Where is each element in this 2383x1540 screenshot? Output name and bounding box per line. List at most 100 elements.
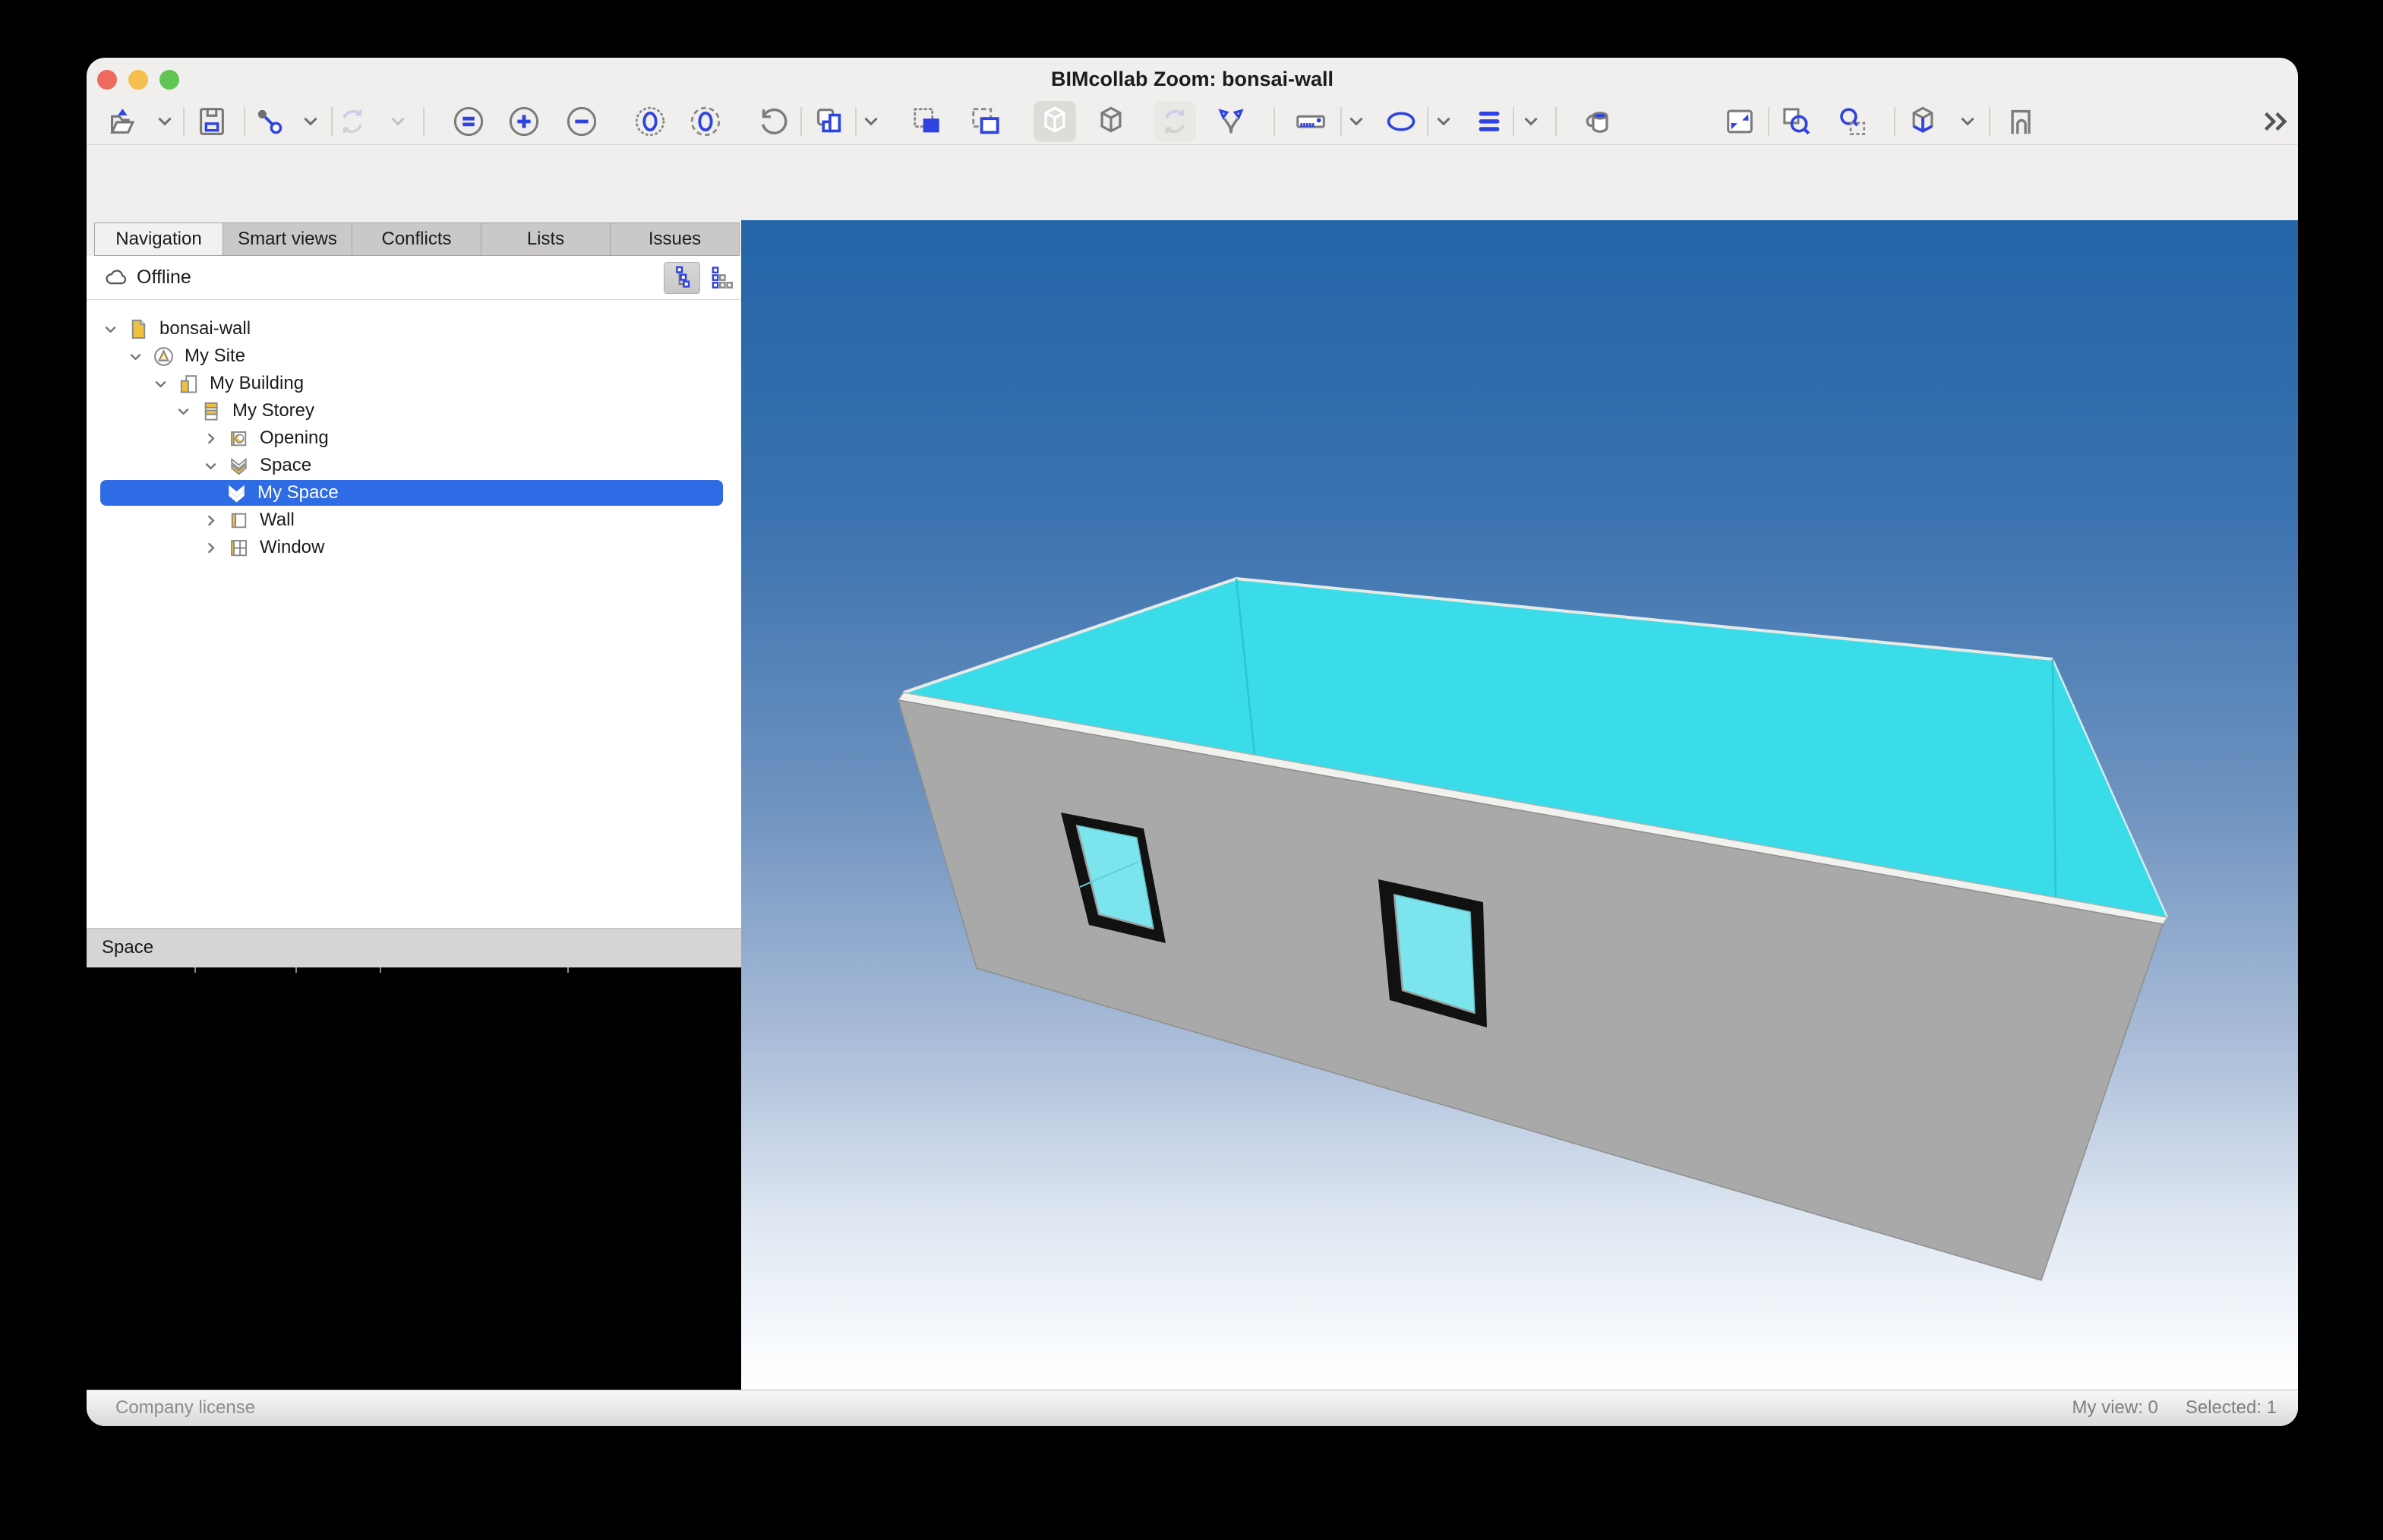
more-tools-icon [2258,104,2293,139]
tree-item-my-site[interactable]: My Site [87,342,741,370]
ruler-button[interactable] [1289,101,1332,142]
link-model-button[interactable] [248,101,291,142]
toolbar-separator [800,107,802,136]
show-less-button[interactable] [560,101,603,142]
tree-item-space[interactable]: Space [87,452,741,479]
line-style-button[interactable] [1468,101,1510,142]
ellipse-menu-button[interactable] [1422,101,1465,142]
more-tools-button[interactable] [2255,101,2297,142]
line-style-icon [1472,104,1507,139]
tree-item-my-space[interactable]: My Space [87,479,741,506]
toolbar-separator [1989,107,1990,136]
ruler-menu-button[interactable] [1335,101,1378,142]
save-icon [194,104,229,139]
toolbar-separator [1555,107,1557,136]
tab-smart-views[interactable]: Smart views [223,222,352,256]
tree-item-bonsai-wall[interactable]: bonsai-wall [87,315,741,342]
list-view-toggle[interactable] [703,262,740,294]
tree-item-label: My Building [210,373,304,394]
sync-menu-button[interactable] [377,101,419,142]
refresh-button[interactable] [1154,101,1196,142]
show-equal-button[interactable] [447,101,490,142]
toolbar-separator [244,107,245,136]
circle-equal-icon [451,104,486,139]
expander-icon[interactable] [125,346,146,367]
save-button[interactable] [191,101,233,142]
chevron-down-icon [1955,109,1980,134]
expander-icon[interactable] [200,428,221,449]
halo-dotted-icon [633,104,668,139]
model-tree: bonsai-wall My Site My Building My Store… [87,300,741,928]
tree-item-wall[interactable]: Wall [87,506,741,534]
measure-button[interactable] [1210,101,1252,142]
panel-tab-bar: Navigation Smart views Conflicts Lists I… [87,222,741,256]
zoom-selection-icon [1835,104,1870,139]
expander-icon[interactable] [99,318,121,339]
section-box-menu-button[interactable] [1946,101,1989,142]
column-divider [295,967,297,973]
select-rect-dotted-button[interactable] [906,101,948,142]
copy-group-icon [811,104,846,139]
fit-view-button[interactable] [1719,101,1761,142]
highlight-dashed-button[interactable] [684,101,727,142]
sync-button[interactable] [331,101,374,142]
link-model-menu-button[interactable] [289,101,332,142]
paint-bucket-button[interactable] [1577,101,1620,142]
ellipse-button[interactable] [1380,101,1422,142]
hide-box-button[interactable] [1090,101,1132,142]
tree-item-label: Window [260,537,324,558]
undo-icon [756,104,791,139]
minimize-window-button[interactable] [128,70,148,90]
expander-icon[interactable] [150,373,171,394]
tab-conflicts[interactable]: Conflicts [352,222,481,256]
isolate-button[interactable] [1034,101,1076,142]
open-file-menu-button[interactable] [144,101,186,142]
undo-button[interactable] [752,101,794,142]
scene-canvas[interactable] [741,220,2298,1390]
zoom-selection-button[interactable] [1831,101,1873,142]
close-window-button[interactable] [97,70,117,90]
tab-navigation[interactable]: Navigation [94,222,223,256]
opening-icon [227,427,251,450]
expander-icon[interactable] [172,400,194,421]
open-file-button[interactable] [101,101,144,142]
tree-view-icon [668,264,696,292]
properties-panel-empty [87,967,741,1390]
toolbar-separator [1894,107,1895,136]
zoom-window-icon [1779,104,1814,139]
select-rect-dashed-button[interactable] [964,101,1007,142]
tree-item-my-building[interactable]: My Building [87,370,741,397]
expander-icon[interactable] [200,537,221,558]
tab-label: Lists [527,229,564,250]
expander-icon[interactable] [200,455,221,476]
highlight-dotted-button[interactable] [629,101,671,142]
ellipse-icon [1384,104,1419,139]
cloud-icon [103,265,129,291]
line-style-menu-button[interactable] [1510,101,1552,142]
show-more-button[interactable] [503,101,545,142]
column-divider [194,967,196,973]
isolate-cube-icon [1037,104,1072,139]
toolbar-separator [1768,107,1769,136]
section-plane-button[interactable] [2000,101,2042,142]
viewport-3d[interactable] [741,220,2298,1390]
tree-item-opening[interactable]: Opening [87,424,741,452]
tree-item-window[interactable]: Window [87,534,741,561]
zoom-window-button[interactable] [1775,101,1818,142]
copy-group-menu-button[interactable] [850,101,892,142]
column-divider [380,967,381,973]
chevron-down-icon [153,109,177,134]
main-toolbar [87,99,2298,145]
title-bar[interactable]: BIMcollab Zoom: bonsai-wall [87,58,2298,99]
maximize-window-button[interactable] [159,70,179,90]
tab-issues[interactable]: Issues [610,222,740,256]
tab-lists[interactable]: Lists [481,222,611,256]
license-status: Company license [115,1390,255,1425]
section-box-button[interactable] [1902,101,1944,142]
copy-group-button[interactable] [807,101,850,142]
tree-item-my-storey[interactable]: My Storey [87,397,741,424]
section-plane-icon [2003,104,2038,139]
tree-view-toggle[interactable] [664,262,700,294]
expander-icon[interactable] [200,510,221,531]
halo-dashed-icon [688,104,723,139]
